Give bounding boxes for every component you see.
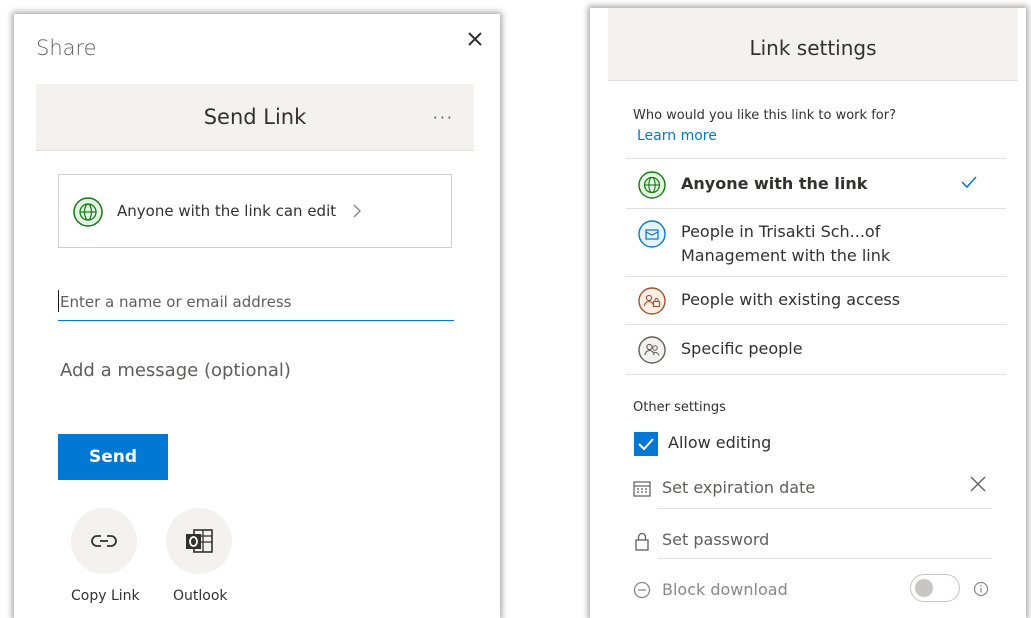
option-people-existing-access[interactable]: People with existing access — [626, 278, 1006, 324]
audience-question: Who would you like this link to work for… — [633, 108, 896, 123]
divider — [626, 158, 1006, 159]
allow-editing-label: Allow editing — [668, 433, 772, 452]
option-specific-people[interactable]: Specific people — [626, 326, 1006, 374]
clear-expiration-icon[interactable] — [968, 474, 988, 498]
copy-link-button[interactable] — [71, 508, 137, 574]
link-settings-title: Link settings — [749, 36, 877, 60]
option-label: Anyone with the link — [681, 174, 868, 193]
copy-link-label: Copy Link — [71, 588, 140, 604]
close-icon[interactable] — [464, 28, 486, 50]
link-permission-button[interactable]: Anyone with the link can edit — [58, 174, 452, 248]
link-permission-label: Anyone with the link can edit — [117, 202, 337, 220]
other-settings-heading: Other settings — [633, 400, 726, 415]
people-lock-icon — [638, 287, 666, 319]
outlook-button[interactable] — [166, 508, 232, 574]
calendar-icon — [632, 478, 652, 502]
message-input[interactable] — [58, 352, 454, 388]
send-button[interactable]: Send — [58, 434, 168, 480]
share-title: Share — [36, 36, 97, 60]
more-options-button[interactable]: ··· — [433, 108, 454, 127]
option-label-line1: People in Trisakti Sch...of — [681, 222, 881, 241]
block-download-toggle[interactable] — [910, 574, 960, 602]
checkmark-icon — [960, 174, 978, 193]
option-anyone-with-link[interactable]: Anyone with the link — [626, 160, 1006, 208]
lock-icon — [632, 530, 652, 556]
option-label: Specific people — [681, 339, 803, 358]
chevron-right-icon — [351, 203, 363, 223]
block-icon — [632, 580, 652, 604]
block-download-label: Block download — [662, 580, 788, 599]
share-panel: Share Send Link ··· Anyone with the link… — [14, 14, 500, 618]
learn-more-link[interactable]: Learn more — [637, 128, 717, 144]
toggle-knob — [915, 579, 933, 597]
link-settings-panel: Link settings Who would you like this li… — [590, 8, 1026, 618]
send-link-header: Send Link ··· — [36, 84, 474, 151]
link-settings-header: Link settings — [608, 8, 1018, 81]
divider — [626, 276, 1006, 277]
outlook-label: Outlook — [173, 588, 228, 604]
expiration-date-field[interactable]: Set expiration date — [662, 478, 815, 497]
divider — [626, 324, 1006, 325]
divider — [626, 208, 1006, 209]
option-label-line2: Management with the link — [681, 246, 891, 265]
organization-icon — [638, 220, 666, 252]
globe-icon — [73, 197, 103, 231]
email-input[interactable] — [58, 284, 454, 321]
password-field[interactable]: Set password — [662, 530, 769, 549]
divider — [658, 508, 992, 509]
globe-icon — [638, 171, 666, 203]
allow-editing-checkbox[interactable] — [634, 432, 658, 456]
option-people-in-organization[interactable]: People in Trisakti Sch...of Management w… — [626, 210, 1006, 276]
info-icon[interactable] — [972, 580, 990, 602]
option-label: People with existing access — [681, 290, 901, 309]
divider — [626, 374, 1006, 375]
people-icon — [638, 336, 666, 368]
divider — [658, 558, 992, 559]
text-cursor — [58, 290, 59, 312]
send-link-title: Send Link — [203, 105, 307, 129]
